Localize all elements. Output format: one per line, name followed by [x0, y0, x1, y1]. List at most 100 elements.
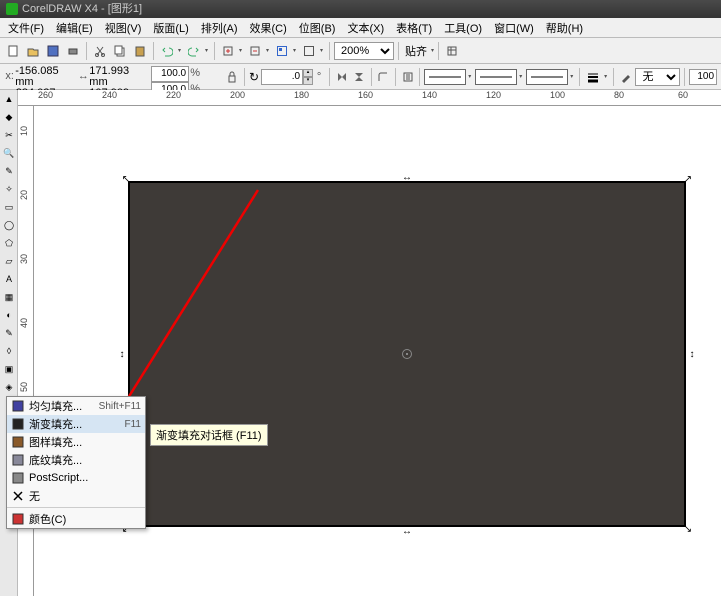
- resize-handle-tl[interactable]: ↖: [120, 173, 132, 185]
- options-icon[interactable]: [443, 42, 461, 60]
- x-value: -156.085 mm: [15, 66, 75, 88]
- line-style-select[interactable]: ▾: [475, 68, 524, 86]
- menu-item[interactable]: 窗口(W): [488, 18, 540, 38]
- welcome-icon[interactable]: ▾: [300, 42, 325, 60]
- table-tool-icon[interactable]: ▦: [0, 288, 18, 306]
- menu-item[interactable]: 效果(C): [244, 18, 293, 38]
- pick-tool-icon[interactable]: ▲: [0, 90, 18, 108]
- menu-item-shortcut: F11: [125, 419, 142, 430]
- menu-item[interactable]: 编辑(E): [50, 18, 99, 38]
- rotation-input[interactable]: ↻ ▴▾ °: [249, 69, 325, 85]
- open-icon[interactable]: [24, 42, 42, 60]
- menubar[interactable]: 文件(F)编辑(E)视图(V)版面(L)排列(A)效果(C)位图(B)文本(X)…: [0, 18, 721, 38]
- center-marker-icon: [402, 349, 412, 359]
- zoom-select[interactable]: 200%: [334, 42, 394, 60]
- menu-item[interactable]: 表格(T): [390, 18, 438, 38]
- menu-item[interactable]: 文件(F): [2, 18, 50, 38]
- menu-item-label: 颜色(C): [29, 511, 141, 527]
- lock-ratio-icon[interactable]: [225, 68, 240, 86]
- ellipse-tool-icon[interactable]: ◯: [0, 216, 18, 234]
- fill-type-icon: [11, 417, 25, 431]
- paste-icon[interactable]: [131, 42, 149, 60]
- menu-item-fill[interactable]: 渐变填充... F11: [7, 415, 145, 433]
- fill-type-icon: [11, 435, 25, 449]
- menu-item[interactable]: 文本(X): [341, 18, 390, 38]
- smart-tool-icon[interactable]: ✧: [0, 180, 18, 198]
- crop-tool-icon[interactable]: ✂: [0, 126, 18, 144]
- menu-item[interactable]: 帮助(H): [540, 18, 589, 38]
- zoom-tool-icon[interactable]: 🔍: [0, 144, 18, 162]
- new-icon[interactable]: [4, 42, 22, 60]
- text-tool-icon[interactable]: A: [0, 270, 18, 288]
- menu-item-fill[interactable]: PostScript...: [7, 469, 145, 487]
- menu-item[interactable]: 版面(L): [147, 18, 194, 38]
- menu-item-label: PostScript...: [29, 472, 141, 484]
- line-start-select[interactable]: ▾: [424, 68, 473, 86]
- print-icon[interactable]: [64, 42, 82, 60]
- titlebar: CorelDRAW X4 - [图形1]: [0, 0, 721, 18]
- mirror-h-icon[interactable]: [334, 68, 349, 86]
- horizontal-ruler: 2602402202001801601401201008060: [18, 90, 721, 106]
- selected-rectangle[interactable]: ↖ ↗ ↙ ↘ ↔ ↔ ↕ ↕: [128, 181, 686, 527]
- menu-item-label: 底纹填充...: [29, 452, 141, 468]
- polygon-tool-icon[interactable]: ⬠: [0, 234, 18, 252]
- resize-handle-l[interactable]: ↕: [116, 348, 128, 360]
- menu-item-fill[interactable]: 图样填充...: [7, 433, 145, 451]
- fill-type-icon: [11, 489, 25, 503]
- menu-item-fill[interactable]: 颜色(C): [7, 510, 145, 528]
- scale-box[interactable]: % %: [151, 66, 223, 88]
- eyedropper-tool-icon[interactable]: ✎: [0, 324, 18, 342]
- resize-handle-br[interactable]: ↘: [682, 523, 694, 535]
- interactive-tool-icon[interactable]: ◐: [0, 306, 18, 324]
- menu-item-label: 图样填充...: [29, 434, 141, 450]
- line-end-select[interactable]: ▾: [526, 68, 575, 86]
- mirror-v-icon[interactable]: [351, 68, 366, 86]
- fill-tool-icon[interactable]: ▣: [0, 360, 18, 378]
- scale-x-input[interactable]: [151, 66, 189, 82]
- redo-button[interactable]: ▾: [185, 42, 210, 60]
- menu-item-label: 渐变填充...: [29, 416, 121, 432]
- resize-handle-r[interactable]: ↕: [686, 348, 698, 360]
- menu-item-fill[interactable]: 无: [7, 487, 145, 505]
- fill-type-icon: [11, 453, 25, 467]
- menu-item-fill[interactable]: 均匀填充... Shift+F11: [7, 397, 145, 415]
- menu-item-shortcut: Shift+F11: [99, 401, 141, 412]
- copy-icon[interactable]: [111, 42, 129, 60]
- shape-tool-icon[interactable]: ◆: [0, 108, 18, 126]
- property-bar: x:-156.085 mm y:284.027 mm ↔171.993 mm ↕…: [0, 64, 721, 90]
- fill-type-icon: [11, 471, 25, 485]
- menu-item-label: 无: [29, 488, 141, 504]
- snap-label[interactable]: 贴齐: [403, 43, 429, 59]
- menu-item[interactable]: 工具(O): [438, 18, 488, 38]
- resize-handle-t[interactable]: ↔: [401, 171, 413, 183]
- rectangle-tool-icon[interactable]: ▭: [0, 198, 18, 216]
- basic-shapes-icon[interactable]: ▱: [0, 252, 18, 270]
- resize-handle-b[interactable]: ↔: [401, 525, 413, 537]
- wrap-text-icon[interactable]: [400, 68, 415, 86]
- outline-width-select[interactable]: ▾: [584, 68, 609, 86]
- tooltip: 渐变填充对话框 (F11): [150, 424, 268, 446]
- outline-pen-icon[interactable]: [618, 68, 633, 86]
- interactive-fill-icon[interactable]: ◈: [0, 378, 18, 396]
- fill-type-icon: [11, 399, 25, 413]
- cut-icon[interactable]: [91, 42, 109, 60]
- undo-button[interactable]: ▾: [158, 42, 183, 60]
- outline-tool-icon[interactable]: ◊: [0, 342, 18, 360]
- outline-style-select[interactable]: 无: [635, 68, 680, 86]
- import-icon[interactable]: ▾: [219, 42, 244, 60]
- w-value: 171.993 mm: [89, 66, 149, 88]
- menu-item[interactable]: 位图(B): [293, 18, 342, 38]
- menu-item-fill[interactable]: 底纹填充...: [7, 451, 145, 469]
- menu-item-label: 均匀填充...: [29, 398, 95, 414]
- save-icon[interactable]: [44, 42, 62, 60]
- resize-handle-tr[interactable]: ↗: [682, 173, 694, 185]
- menu-item[interactable]: 排列(A): [195, 18, 244, 38]
- app-launcher-icon[interactable]: ▾: [273, 42, 298, 60]
- title-text: CorelDRAW X4 - [图形1]: [22, 0, 142, 18]
- menu-item[interactable]: 视图(V): [99, 18, 148, 38]
- export-icon[interactable]: ▾: [246, 42, 271, 60]
- freehand-tool-icon[interactable]: ✎: [0, 162, 18, 180]
- outline-num-input[interactable]: [689, 69, 717, 85]
- main-toolbar: ▾ ▾ ▾ ▾ ▾ ▾ 200% 贴齐▾: [0, 38, 721, 64]
- round-corner-icon[interactable]: [376, 68, 391, 86]
